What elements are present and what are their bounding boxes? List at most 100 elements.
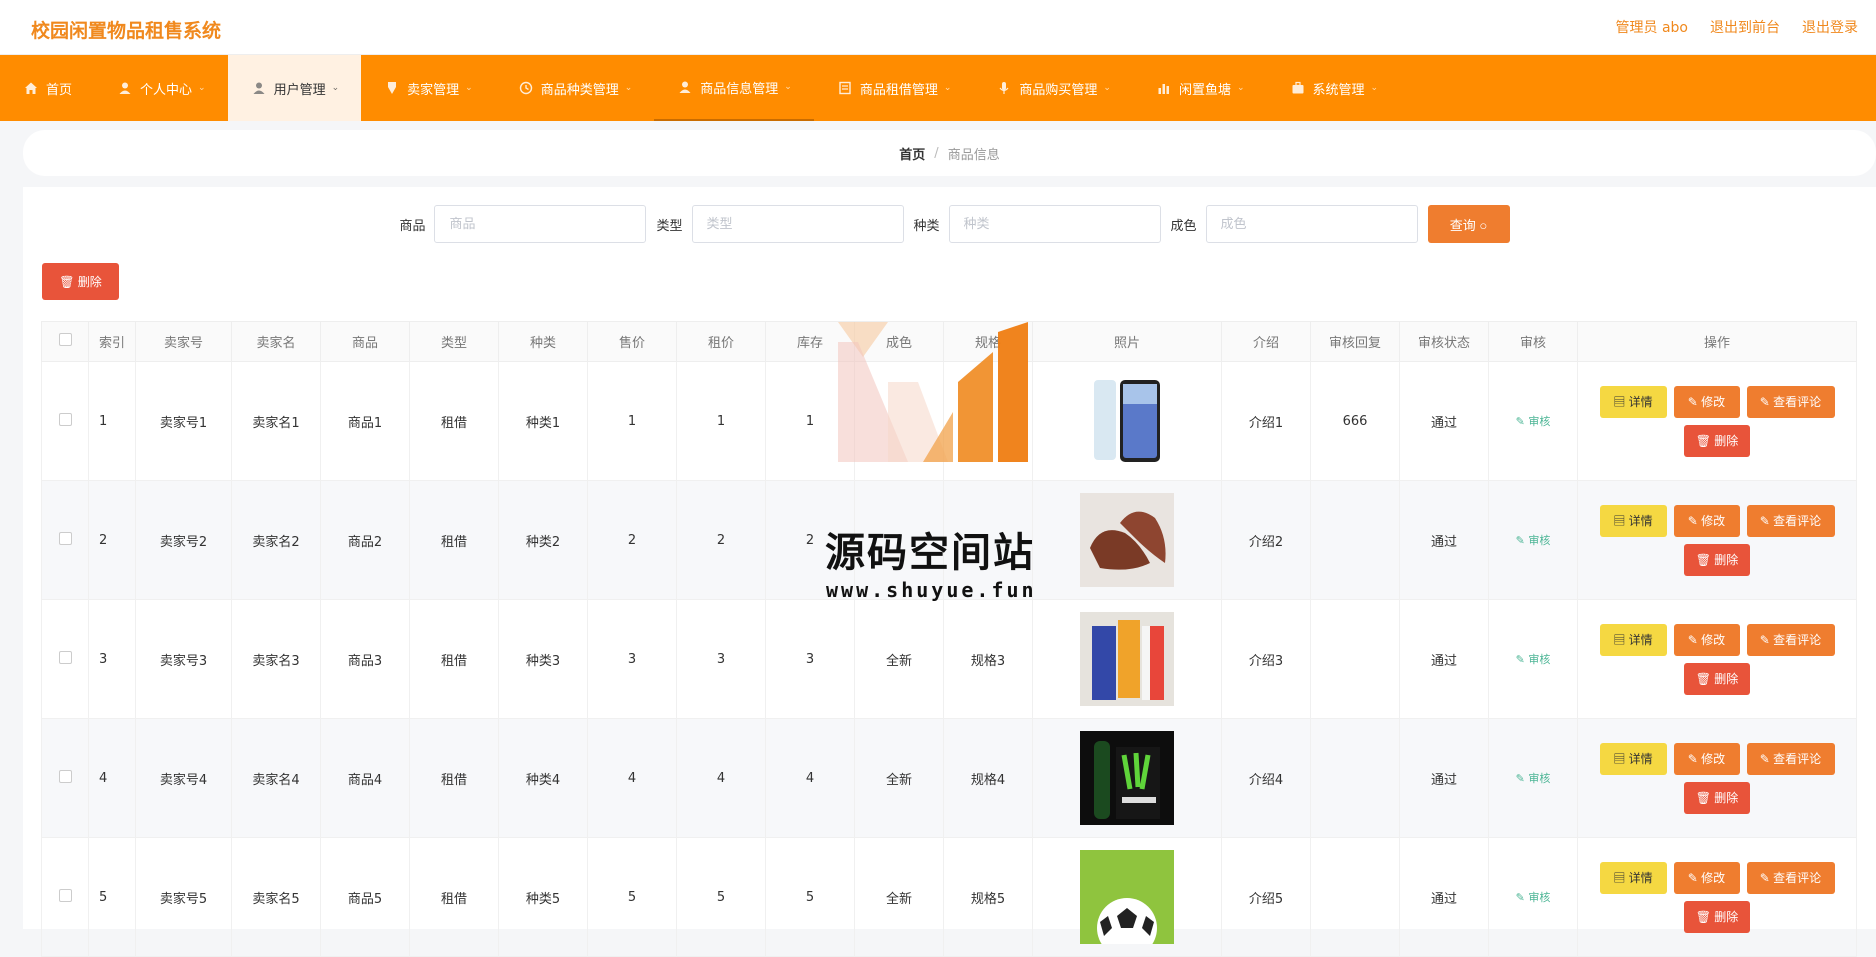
nav-item-purchases[interactable]: 商品购买管理 ⌄ (973, 55, 1133, 121)
view-comments-button[interactable]: ✎ 查看评论 (1746, 623, 1835, 656)
checkbox[interactable] (58, 531, 72, 545)
checkbox[interactable] (58, 650, 72, 664)
checkbox[interactable] (58, 888, 72, 902)
view-comments-button[interactable]: ✎ 查看评论 (1746, 504, 1835, 537)
delete-button[interactable]: 🗑 删除 (1684, 900, 1750, 933)
shield-icon (388, 82, 397, 94)
cell-seller-no: 卖家号5 (135, 837, 232, 957)
user-icon (253, 82, 265, 94)
shoes-photo (1080, 493, 1174, 587)
chevron-down-icon: ⌄ (331, 83, 340, 93)
nav-label: 系统管理 (1312, 82, 1365, 98)
cell-photo (1032, 599, 1222, 719)
view-comments-button[interactable]: ✎ 查看评论 (1746, 861, 1835, 894)
cell-goods: 商品2 (320, 480, 410, 600)
nav-item-rentals[interactable]: 商品租借管理 ⌄ (814, 55, 974, 121)
cell-photo (1032, 361, 1222, 481)
edit-button[interactable]: ✎ 修改 (1673, 385, 1740, 418)
nav-item-personal[interactable]: 个人中心 ⌄ (94, 55, 228, 121)
top-bar: 校园闲置物品租售系统 管理员 abo 退出到前台 退出登录 (0, 0, 1876, 55)
nav-item-categories[interactable]: 商品种类管理 ⌄ (495, 55, 655, 121)
edit-button[interactable]: ✎ 修改 (1673, 742, 1740, 775)
row-select-cell[interactable] (41, 599, 89, 719)
table-row: 5 卖家号5 卖家名5 商品5 租借 种类5 5 5 5 全新 规格5 介绍5 通过 ✎ 审核 ▤ 详情 ✎ … (41, 837, 1857, 957)
nav-label: 闲置鱼塘 (1178, 82, 1231, 98)
nav-item-home[interactable]: 首页 (0, 55, 94, 121)
cell-type: 租借 (409, 480, 499, 600)
row-select-cell[interactable] (41, 361, 89, 481)
col-header: 审核 (1488, 321, 1578, 362)
search-input-type[interactable] (691, 205, 904, 243)
football-photo (1080, 850, 1174, 944)
checkbox[interactable] (58, 333, 72, 346)
cell-type: 租借 (409, 599, 499, 719)
nav-item-sellers[interactable]: 卖家管理 ⌄ (361, 55, 495, 121)
delete-button[interactable]: 🗑 删除 (1684, 424, 1750, 457)
logout-link[interactable]: 退出登录 (1802, 17, 1858, 37)
row-actions: ▤ 详情 ✎ 修改 ✎ 查看评论 🗑 删除 (1597, 623, 1837, 695)
search-input-goods[interactable] (434, 205, 647, 243)
select-all-cell[interactable] (41, 321, 89, 362)
cell-audit-reply (1310, 480, 1400, 600)
cell-stock: 3 (765, 599, 855, 719)
checkbox[interactable] (58, 769, 72, 783)
user-icon (119, 82, 131, 94)
nav-item-users[interactable]: 用户管理 ⌄ (227, 55, 362, 121)
detail-button[interactable]: ▤ 详情 (1599, 504, 1667, 537)
checkbox[interactable] (58, 412, 72, 426)
edit-button[interactable]: ✎ 修改 (1673, 623, 1740, 656)
chevron-down-icon: ⌄ (943, 83, 952, 93)
cell-photo (1032, 718, 1222, 838)
audit-link[interactable]: ✎ 审核 (1516, 415, 1551, 428)
view-comments-button[interactable]: ✎ 查看评论 (1746, 742, 1835, 775)
detail-button[interactable]: ▤ 详情 (1599, 623, 1667, 656)
nav-item-fishpond[interactable]: 闲置鱼塘 ⌄ (1133, 55, 1267, 121)
detail-button[interactable]: ▤ 详情 (1599, 385, 1667, 418)
bulk-delete-button[interactable]: 🗑 删除 (42, 263, 119, 300)
search-input-category[interactable] (948, 205, 1161, 243)
delete-button[interactable]: 🗑 删除 (1684, 781, 1750, 814)
query-button[interactable]: 查询 ○ (1427, 205, 1510, 243)
audit-link[interactable]: ✎ 审核 (1516, 653, 1551, 666)
search-input-condition[interactable] (1205, 205, 1418, 243)
nav-item-goods-info[interactable]: 商品信息管理 ⌄ (654, 55, 814, 121)
cell-goods: 商品3 (320, 599, 410, 719)
delete-button[interactable]: 🗑 删除 (1684, 543, 1750, 576)
admin-label[interactable]: 管理员 abo (1616, 17, 1688, 37)
cell-type: 租借 (409, 361, 499, 481)
row-select-cell[interactable] (41, 837, 89, 957)
nav-item-system[interactable]: 系统管理 ⌄ (1267, 55, 1401, 121)
delete-button[interactable]: 🗑 删除 (1684, 662, 1750, 695)
row-select-cell[interactable] (41, 480, 89, 600)
cell-goods: 商品5 (320, 837, 410, 957)
view-comments-button[interactable]: ✎ 查看评论 (1746, 385, 1835, 418)
search-label-category: 种类 (913, 218, 940, 234)
cell-audit-status: 通过 (1399, 361, 1489, 481)
cell-rent: 1 (676, 361, 766, 481)
cell-intro: 介绍2 (1221, 480, 1311, 600)
cell-actions: ▤ 详情 ✎ 修改 ✎ 查看评论 🗑 删除 (1577, 480, 1857, 600)
cell-actions: ▤ 详情 ✎ 修改 ✎ 查看评论 🗑 删除 (1577, 361, 1857, 481)
exit-to-front-link[interactable]: 退出到前台 (1710, 17, 1780, 37)
cell-goods: 商品1 (320, 361, 410, 481)
audit-link[interactable]: ✎ 审核 (1516, 534, 1551, 547)
edit-button[interactable]: ✎ 修改 (1673, 504, 1740, 537)
chevron-down-icon: ⌄ (624, 83, 633, 93)
cell-spec (943, 361, 1033, 481)
cell-intro: 介绍5 (1221, 837, 1311, 957)
col-header: 操作 (1577, 321, 1857, 362)
col-header: 介绍 (1221, 321, 1311, 362)
audit-link[interactable]: ✎ 审核 (1516, 772, 1551, 785)
detail-button[interactable]: ▤ 详情 (1599, 861, 1667, 894)
nav-label: 用户管理 (273, 82, 326, 98)
detail-button[interactable]: ▤ 详情 (1599, 742, 1667, 775)
breadcrumb-home[interactable]: 首页 (899, 144, 925, 163)
col-header: 售价 (587, 321, 677, 362)
edit-button[interactable]: ✎ 修改 (1673, 861, 1740, 894)
search-label-condition: 成色 (1170, 218, 1197, 234)
row-select-cell[interactable] (41, 718, 89, 838)
cell-actions: ▤ 详情 ✎ 修改 ✎ 查看评论 🗑 删除 (1577, 837, 1857, 957)
breadcrumb: 首页 / 商品信息 (23, 130, 1876, 176)
audit-link[interactable]: ✎ 审核 (1516, 891, 1551, 904)
chevron-down-icon: ⌄ (1103, 83, 1111, 93)
